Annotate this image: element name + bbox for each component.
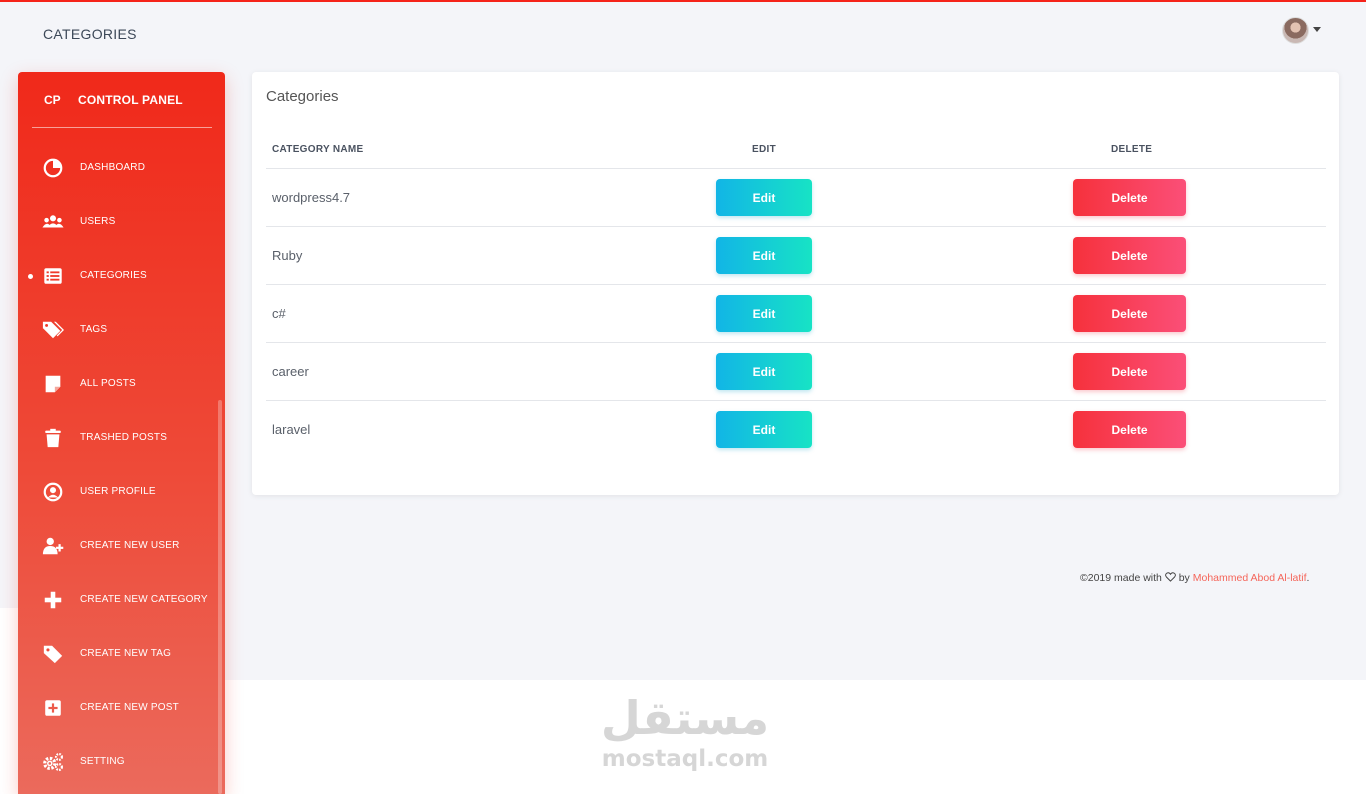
sidebar-item-categories[interactable]: CATEGORIES	[18, 249, 225, 303]
watermark-arabic: مستقل	[600, 691, 770, 745]
note-icon	[42, 373, 64, 395]
user-circle-icon	[42, 481, 64, 503]
category-name-cell: c#	[272, 306, 286, 321]
plus-icon	[42, 589, 64, 611]
sidebar-item-setting[interactable]: SETTING	[18, 735, 225, 789]
sidebar-item-tags[interactable]: TAGS	[18, 303, 225, 357]
column-header-delete: DELETE	[1111, 144, 1153, 155]
caret-down-icon[interactable]	[1313, 27, 1321, 32]
sidebar-item-create-new-category[interactable]: CREATE NEW CATEGORY	[18, 573, 225, 627]
sidebar-item-dashboard[interactable]: DASHBOARD	[18, 141, 225, 195]
sidebar-item-label: SETTING	[80, 756, 125, 767]
sidebar-item-create-new-post[interactable]: CREATE NEW POST	[18, 681, 225, 735]
sidebar-item-label: CREATE NEW TAG	[80, 648, 172, 659]
table-row: c# Edit Delete	[266, 284, 1326, 342]
sidebar-item-label: TAGS	[80, 324, 108, 335]
footer-prefix: ©2019 made with	[1080, 572, 1162, 584]
table-row: laravel Edit Delete	[266, 400, 1326, 458]
sidebar-item-users[interactable]: USERS	[18, 195, 225, 249]
edit-button[interactable]: Edit	[716, 411, 812, 448]
brand-name: CONTROL PANEL	[78, 93, 183, 107]
category-name-cell: career	[272, 364, 309, 379]
category-name-cell: Ruby	[272, 248, 303, 263]
sidebar-item-user-profile[interactable]: USER PROFILE	[18, 465, 225, 519]
sidebar-scrollbar[interactable]	[218, 400, 222, 794]
sidebar-item-create-new-user[interactable]: CREATE NEW USER	[18, 519, 225, 573]
sidebar-item-label: CATEGORIES	[80, 270, 147, 281]
watermark: مستقل mostaql.com	[600, 690, 770, 772]
tag-icon	[42, 643, 64, 665]
heart-icon	[1164, 572, 1176, 582]
delete-button[interactable]: Delete	[1073, 411, 1186, 448]
plus-square-icon	[42, 697, 64, 719]
delete-button[interactable]: Delete	[1073, 179, 1186, 216]
tags-icon	[42, 319, 64, 341]
table-row: wordpress4.7 Edit Delete	[266, 168, 1326, 226]
category-name-cell: wordpress4.7	[272, 190, 351, 205]
column-header-edit: EDIT	[752, 144, 776, 155]
sidebar-item-label: CREATE NEW POST	[80, 702, 179, 713]
brand-divider	[32, 127, 212, 128]
sidebar-item-create-new-tag[interactable]: CREATE NEW TAG	[18, 627, 225, 681]
sidebar-item-label: CREATE NEW CATEGORY	[80, 594, 208, 605]
table-row: career Edit Delete	[266, 342, 1326, 400]
sidebar-item-all-posts[interactable]: ALL POSTS	[18, 357, 225, 411]
categories-card: Categories CATEGORY NAME EDIT DELETE wor…	[252, 72, 1339, 495]
brand-short: CP	[44, 93, 61, 107]
users-icon	[42, 211, 64, 233]
delete-button[interactable]: Delete	[1073, 295, 1186, 332]
sidebar-item-label: USER PROFILE	[80, 486, 156, 497]
sidebar-item-label: USERS	[80, 216, 116, 227]
delete-button[interactable]: Delete	[1073, 353, 1186, 390]
active-indicator	[28, 274, 33, 279]
footer-author-link[interactable]: Mohammed Abod Al-latif	[1193, 572, 1307, 584]
user-avatar[interactable]	[1282, 17, 1309, 44]
edit-button[interactable]: Edit	[716, 237, 812, 274]
edit-button[interactable]: Edit	[716, 353, 812, 390]
footer-suffix: .	[1306, 572, 1310, 584]
column-header-category-name: CATEGORY NAME	[272, 144, 364, 155]
sidebar-item-label: CREATE NEW USER	[80, 540, 180, 551]
edit-button[interactable]: Edit	[716, 179, 812, 216]
footer: ©2019 made with by Mohammed Abod Al-lati…	[1080, 572, 1309, 584]
page-title: CATEGORIES	[43, 26, 137, 42]
trash-icon	[42, 427, 64, 449]
delete-button[interactable]: Delete	[1073, 237, 1186, 274]
sidebar-item-label: DASHBOARD	[80, 162, 146, 173]
watermark-latin: mostaql.com	[601, 746, 769, 772]
sidebar-brand[interactable]: CP CONTROL PANEL	[18, 72, 225, 128]
edit-button[interactable]: Edit	[716, 295, 812, 332]
sidebar: CP CONTROL PANEL DASHBOARD USERS CATEGOR…	[18, 72, 225, 794]
card-title: Categories	[266, 88, 339, 105]
table-row: Ruby Edit Delete	[266, 226, 1326, 284]
footer-by: by	[1178, 572, 1190, 584]
sidebar-item-trashed-posts[interactable]: TRASHED POSTS	[18, 411, 225, 465]
cogs-icon	[42, 751, 64, 773]
pie-chart-icon	[42, 157, 64, 179]
list-icon	[42, 265, 64, 287]
sidebar-item-label: TRASHED POSTS	[80, 432, 168, 443]
sidebar-item-label: ALL POSTS	[80, 378, 136, 389]
user-plus-icon	[42, 535, 64, 557]
category-name-cell: laravel	[272, 422, 311, 437]
